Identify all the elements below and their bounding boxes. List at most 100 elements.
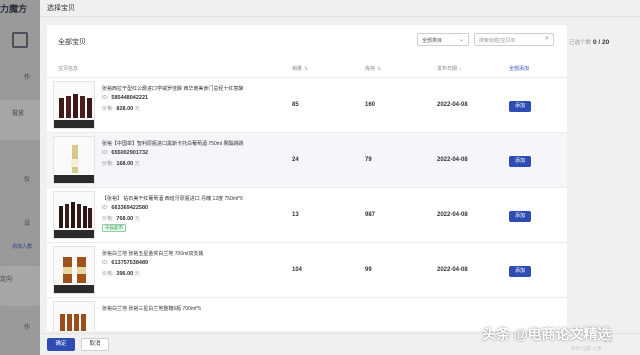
item-id: ID: 655002901732 [102,150,148,156]
price-value: 168.00 [116,161,134,167]
background-link: 添加人群 [12,244,33,250]
price-label: 价格: [102,271,114,277]
item-panel: 全部宝贝 全部类目 ⌄ 搜索标题/宝贝ID ⌕ 宝贝信息 销量 ⇅ 库存 ⇅ 发布日… [47,25,567,331]
watermark-sub: 转到"设置"以激 [571,346,602,351]
price-unit: 元 [134,161,140,167]
background-nav-1: 作 [24,75,31,81]
category-select[interactable]: 全部类目 ⌄ [417,33,469,46]
search-placeholder: 搜索标题/宝贝ID [479,38,516,44]
price-value: 396.00 [116,271,134,277]
product-thumbnail [53,246,95,294]
price-unit: 元 [134,106,140,112]
price-unit: 元 [134,216,140,222]
item-id: ID: 663369422580 [102,205,148,211]
wine-bottle-image [71,145,79,173]
item-date: 2022-04-08 [437,157,468,163]
panel-title: 全部宝贝 [58,39,86,46]
product-thumbnail [53,81,95,129]
item-name: 张裕白兰地 张裕三星白兰地整箱6瓶 700ml*6 [102,306,201,312]
sort-icon: ⇅ [304,66,309,72]
table-row: 张裕西拉干型红公爵进口学威罗佳酿 西华南美食门总经十红意酿 ID: 5854480… [47,78,567,133]
wine-bottles-image [59,94,92,118]
column-header-date[interactable]: 发布日期 ↓ [437,65,462,72]
brandy-bottles-image [63,257,86,283]
item-price: 价格: 396.00 元 [102,270,140,277]
id-label: ID: [102,205,109,211]
wine-bottles-image [59,202,92,228]
column-header-sales[interactable]: 销量 ⇅ [292,65,308,72]
modal-divider [40,16,640,17]
column-header-date-label: 发布日期 [437,66,458,72]
id-label: ID: [102,95,109,101]
price-unit: 元 [134,271,140,277]
table-row: 张裕白兰地 张裕五星金奖白兰地 700ml双支装 ID: 613757538489… [47,243,567,298]
confirm-button[interactable]: 确定 [47,338,75,351]
price-label: 价格: [102,106,114,112]
column-header-info: 宝贝信息 [58,66,79,72]
brandy-bottles-image [60,314,86,331]
table-row: 张裕【中国举】智利原瓶进口黑斯卡托白葡萄酒 750ml 果酯跳跳 ID: 6550… [47,133,567,188]
item-stock: 79 [365,157,372,163]
background-nav-4: 设 [24,221,31,227]
background-nav-2: 投放 [12,111,25,117]
id-value: 585448042221 [111,95,149,101]
price-value: 768.00 [116,216,134,222]
item-sales: 85 [292,102,299,108]
item-id: ID: 613757538489 [102,260,148,266]
sort-icon: ⇅ [377,66,382,72]
add-all-link[interactable]: 全部添加 [509,65,529,72]
counter-value: 0 / 20 [593,39,610,46]
column-header-stock[interactable]: 库存 ⇅ [365,65,381,72]
id-value: 663369422580 [111,205,149,211]
watermark: 头条 @电商论文精选 [482,326,612,342]
add-button[interactable]: 添加 [509,156,531,167]
item-sales: 104 [292,267,303,273]
select-item-modal: 选择宝贝 全部宝贝 全部类目 ⌄ 搜索标题/宝贝ID ⌕ 宝贝信息 销量 ⇅ 库存… [40,0,640,355]
id-value: 613757538489 [111,260,149,266]
background-logo: 力魔方 [0,4,28,14]
search-icon: ⌕ [545,35,549,42]
item-price: 价格: 828.00 元 [102,105,140,112]
add-button[interactable]: 添加 [509,101,531,112]
cancel-button[interactable]: 取消 [81,338,109,351]
add-button[interactable]: 添加 [509,266,531,277]
background-nav-3: 仪 [24,177,31,183]
id-label: ID: [102,150,109,156]
thumbnail-banner [54,120,94,128]
background-edit-icon [12,32,28,48]
background-card-1: 投放 [0,100,40,140]
selected-counter: 已选个数 0 / 20 [569,38,609,46]
category-select-value: 全部类目 [422,38,443,44]
thumbnail-banner [54,230,94,238]
add-button[interactable]: 添加 [509,211,531,222]
status-badge: 天猫超市 [102,224,126,232]
column-header-stock-label: 库存 [365,66,376,72]
item-date: 2022-04-08 [437,212,468,218]
item-name: 【张裕】 钻石美干红葡萄酒 西班牙原瓶进口 丹魄 12度 750ml*6 [102,196,243,202]
item-stock: 160 [365,102,376,108]
background-sidebar: 力魔方 作 投放 仪 设 添加人群 定向 作 [0,0,44,355]
id-value: 655002901732 [111,150,149,156]
id-label: ID: [102,260,109,266]
thumbnail-banner [54,285,94,293]
item-id: ID: 585448042221 [102,95,148,101]
modal-title: 选择宝贝 [47,5,75,12]
background-card-2: 定向 [0,266,40,306]
item-name: 张裕【中国举】智利原瓶进口黑斯卡托白葡萄酒 750ml 果酯跳跳 [102,141,244,147]
item-stock: 987 [365,212,376,218]
item-name: 张裕白兰地 张裕五星金奖白兰地 700ml双支装 [102,251,204,257]
product-thumbnail [53,136,95,184]
thumbnail-banner [54,175,94,183]
product-thumbnail [53,301,95,331]
item-price: 价格: 168.00 元 [102,160,140,167]
background-nav-5: 定向 [0,277,13,283]
item-date: 2022-04-08 [437,102,468,108]
product-thumbnail [53,191,95,239]
price-value: 828.00 [116,106,134,112]
price-label: 价格: [102,216,114,222]
item-sales: 13 [292,212,299,218]
item-sales: 24 [292,157,299,163]
item-stock: 99 [365,267,372,273]
search-input[interactable]: 搜索标题/宝贝ID ⌕ [474,33,554,46]
counter-label: 已选个数 [569,40,592,46]
